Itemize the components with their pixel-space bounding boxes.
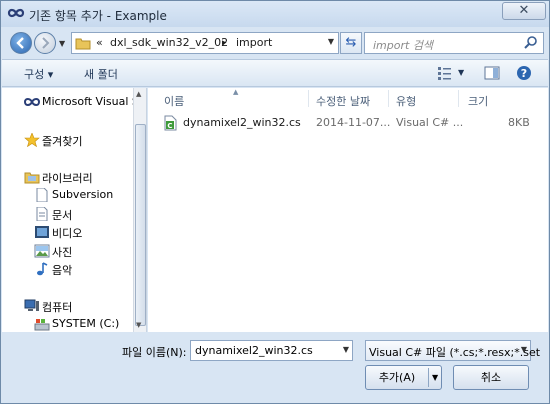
column-header-size[interactable]: 크기	[468, 93, 488, 109]
address-dropdown-icon[interactable]: ▼	[328, 37, 334, 46]
file-date: 2014-11-07...	[316, 116, 391, 129]
add-button[interactable]: 추가(A) ▼	[365, 365, 442, 390]
add-options-dropdown-icon[interactable]: ▼	[432, 366, 438, 389]
dialog-footer: 파일 이름(N): dynamixel2_win32.cs ▼ Visual C…	[2, 332, 548, 402]
help-icon[interactable]: ?	[516, 65, 532, 81]
csharp-file-icon: C	[164, 115, 177, 131]
nav-item-label: 라이브러리	[42, 172, 93, 185]
back-button[interactable]	[10, 32, 32, 54]
column-divider[interactable]	[458, 90, 459, 107]
file-list: ▲ 이름 수정한 날짜 유형 크기 C dynamixel2_win32.cs …	[148, 88, 548, 332]
document-icon	[36, 188, 48, 202]
svg-text:C: C	[167, 122, 172, 130]
refresh-icon: ⇆	[345, 35, 357, 50]
file-name[interactable]: dynamixel2_win32.cs	[183, 116, 301, 129]
computer-icon	[24, 299, 39, 311]
filename-field[interactable]: dynamixel2_win32.cs ▼	[190, 340, 353, 361]
search-input[interactable]: import 검색	[373, 37, 433, 53]
visual-studio-icon	[7, 8, 25, 18]
address-separator-icon[interactable]: ▸	[222, 38, 227, 48]
view-options-icon[interactable]	[437, 65, 453, 81]
preview-pane-icon[interactable]	[484, 65, 500, 81]
add-existing-item-dialog: 기존 항목 추가 - Example ✕ ▼ « dxl_sdk_win32_v…	[0, 0, 550, 404]
history-dropdown-icon[interactable]: ▼	[59, 39, 65, 48]
sort-ascending-icon: ▲	[233, 88, 239, 96]
file-size: 8KB	[508, 116, 530, 129]
refresh-button[interactable]: ⇆	[340, 32, 362, 54]
close-button[interactable]: ✕	[502, 2, 546, 20]
scroll-down-icon[interactable]: ▼	[136, 321, 141, 329]
library-icon	[24, 172, 40, 184]
organize-menu[interactable]: 구성 ▾	[24, 66, 53, 82]
address-overflow[interactable]: «	[96, 36, 103, 49]
cancel-button[interactable]: 취소	[453, 365, 529, 390]
address-segment-import[interactable]: import	[236, 36, 272, 49]
new-folder-button[interactable]: 새 폴더	[84, 66, 118, 82]
filename-value[interactable]: dynamixel2_win32.cs	[195, 344, 313, 357]
column-divider[interactable]	[308, 90, 309, 107]
nav-item-label: Microsoft Visual S	[42, 95, 139, 108]
nav-item-label: 즐겨찾기	[42, 135, 83, 148]
svg-text:?: ?	[521, 67, 527, 80]
forward-arrow-icon	[42, 37, 50, 49]
search-icon[interactable]	[523, 35, 539, 51]
filename-label: 파일 이름(N):	[122, 346, 187, 359]
drive-icon	[34, 319, 50, 331]
column-header-name[interactable]: 이름	[164, 93, 184, 109]
file-type-filter-value[interactable]: Visual C# 파일 (*.cs;*.resx;*.set	[369, 344, 540, 360]
command-toolbar: 구성 ▾ 새 폴더 ▼ ?	[2, 59, 548, 87]
nav-item-label: 사진	[52, 246, 73, 259]
infinity-icon	[24, 98, 40, 106]
scroll-up-icon[interactable]: ▲	[136, 90, 141, 98]
nav-item-label: 비디오	[52, 227, 83, 240]
picture-icon	[34, 244, 50, 258]
file-type: Visual C# ...	[396, 116, 464, 129]
column-header-date[interactable]: 수정한 날짜	[316, 93, 370, 109]
column-header-type[interactable]: 유형	[396, 93, 416, 109]
nav-item-label: 문서	[52, 209, 73, 222]
window-title: 기존 항목 추가 - Example	[29, 9, 167, 23]
filename-dropdown-icon[interactable]: ▼	[343, 345, 349, 354]
add-button-label: 추가(A)	[378, 371, 416, 384]
title-bar: 기존 항목 추가 - Example ✕	[1, 1, 549, 27]
file-type-dropdown-icon[interactable]: ▼	[521, 345, 527, 354]
navigation-scrollbar[interactable]: ▲ ▼	[133, 88, 146, 332]
video-icon	[35, 226, 49, 238]
address-segment-dxl[interactable]: dxl_sdk_win32_v2_02	[110, 36, 228, 49]
back-arrow-icon	[16, 37, 24, 49]
navigation-pane: Microsoft Visual S 즐겨찾기 라이브러리 Subversion	[2, 88, 147, 332]
file-row[interactable]: C dynamixel2_win32.cs 2014-11-07... Visu…	[163, 113, 543, 133]
nav-item-label: SYSTEM (C:)	[52, 317, 120, 330]
add-button-split	[428, 368, 429, 387]
view-dropdown-icon[interactable]: ▼	[458, 68, 464, 77]
column-divider[interactable]	[388, 90, 389, 107]
scroll-thumb[interactable]	[135, 124, 146, 326]
search-box[interactable]: import 검색	[364, 32, 544, 54]
folder-icon	[75, 38, 91, 50]
star-icon	[24, 133, 40, 147]
document-icon	[36, 207, 48, 221]
address-bar[interactable]: « dxl_sdk_win32_v2_02 ▸ import ▼	[71, 32, 339, 54]
nav-item-label: Subversion	[52, 188, 114, 201]
music-icon	[37, 262, 48, 276]
file-type-filter[interactable]: Visual C# 파일 (*.cs;*.resx;*.set ▼	[365, 340, 540, 361]
nav-item-label: 음악	[52, 264, 73, 277]
nav-item-label: 컴퓨터	[42, 301, 73, 314]
forward-button[interactable]	[34, 32, 56, 54]
